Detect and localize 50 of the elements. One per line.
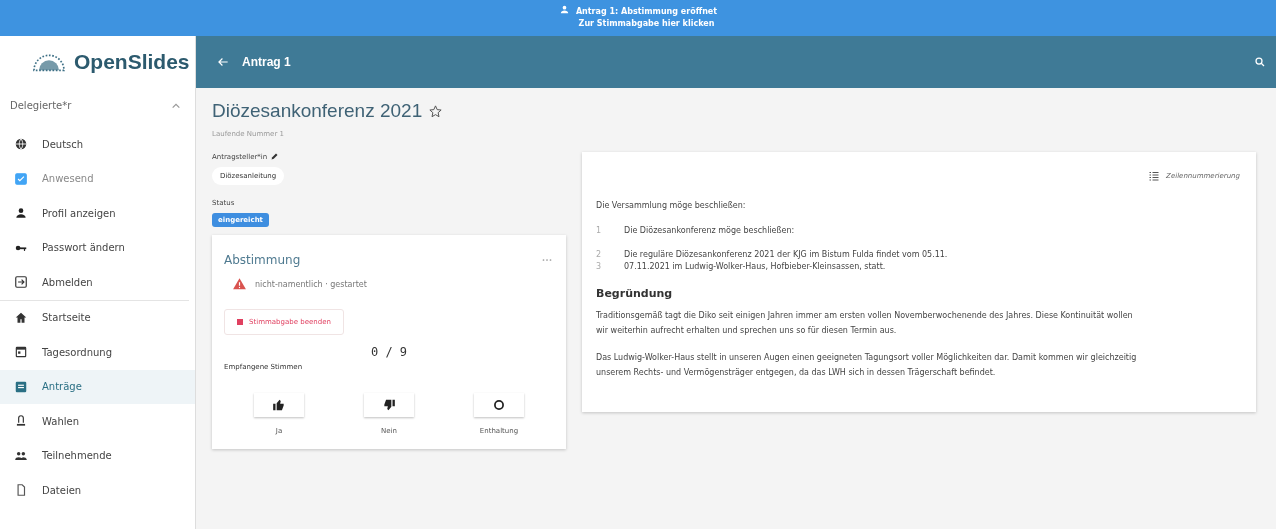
vote-button[interactable] [364,393,414,417]
pencil-icon[interactable] [270,152,280,161]
menu-item[interactable]: Profil anzeigen [0,196,195,231]
motion-text-line: Die Diözesankonferenz möge beschließen: [624,225,795,237]
nav-item[interactable]: Startseite [0,300,195,335]
back-arrow-icon[interactable] [216,55,230,69]
home-icon [14,310,28,325]
circle-icon [492,398,506,412]
page-title: Antrag 1 [242,55,292,69]
person-icon [558,4,570,15]
nav-item[interactable]: Teilnehmende [0,438,195,473]
star-icon[interactable] [428,103,444,119]
nav-item[interactable]: Tagesordnung [0,335,195,370]
nav-item[interactable]: Anträge [0,369,195,404]
search-icon[interactable] [1254,56,1266,68]
menu-item[interactable]: Passwort ändern [0,230,195,265]
logo-icon [32,52,66,72]
menu-item[interactable]: Anwesend [0,161,195,196]
warning-icon [232,277,247,291]
globe-icon [14,137,28,152]
motion-text-line: 07.11.2021 im Ludwig-Wolker-Haus, Hofbieber-Kleinsassen, statt. [624,261,886,273]
thumb-down-icon [382,398,396,412]
motion-text-line: Die reguläre Diözesankonferenz 2021 der KJG im Bistum Fulda findet vom 05.11. [624,249,948,261]
line-number: 3 [596,261,603,273]
file-icon [14,483,28,498]
vote-button[interactable] [254,393,304,417]
poll-status: nicht-namentlich · gestartet [255,279,367,289]
person-icon [14,206,28,221]
thumb-up-icon [272,398,286,412]
section-heading: Begründung [596,287,674,300]
menu-item[interactable]: Abmelden [0,265,195,300]
poll-title: Abstimmung [224,253,301,267]
line-number: 2 [596,249,603,261]
vote-button[interactable] [474,393,524,417]
list-icon [1148,170,1161,182]
logo-text: OpenSlides [74,50,190,74]
paragraph: Traditionsgemäß tagt die Diko seit einigen Jahren immer am ersten vollen Novemberwochenende des Jahres. Diese Kontinuität wollen wir weiterhin aufrecht erhalten und sprechen uns so für diesen Termin aus. [596,310,1134,337]
nav-item[interactable]: Dateien [0,473,195,508]
intro-text: Die Versammlung möge beschließen: [596,200,747,212]
motion-title: Diözesankonferenz 2021 [212,100,423,122]
banner-text: Antrag 1: Abstimmung eröffnet [575,6,718,18]
banner-text: Zur Stimmabgabe hier klicken [578,18,715,30]
logout-icon [14,275,28,290]
user-menu-toggle[interactable]: Delegierte*r [0,88,195,123]
menu-item[interactable]: Deutsch [0,127,195,162]
paragraph: Das Ludwig-Wolker-Haus stellt in unseren Augen einen geeigneten Tagungsort voller Möglichkeiten dar. Damit kommen wir gleichzeitig unserem Rechts- und Vermögensträger entgegen, da das LWH sich in dessen Trägerschaft befindet. [596,352,1138,379]
nav-item[interactable]: Wahlen [0,404,195,439]
line-number: 1 [596,225,603,237]
vote-count: 0 / 9 [369,345,409,359]
calendar-icon [14,345,28,360]
